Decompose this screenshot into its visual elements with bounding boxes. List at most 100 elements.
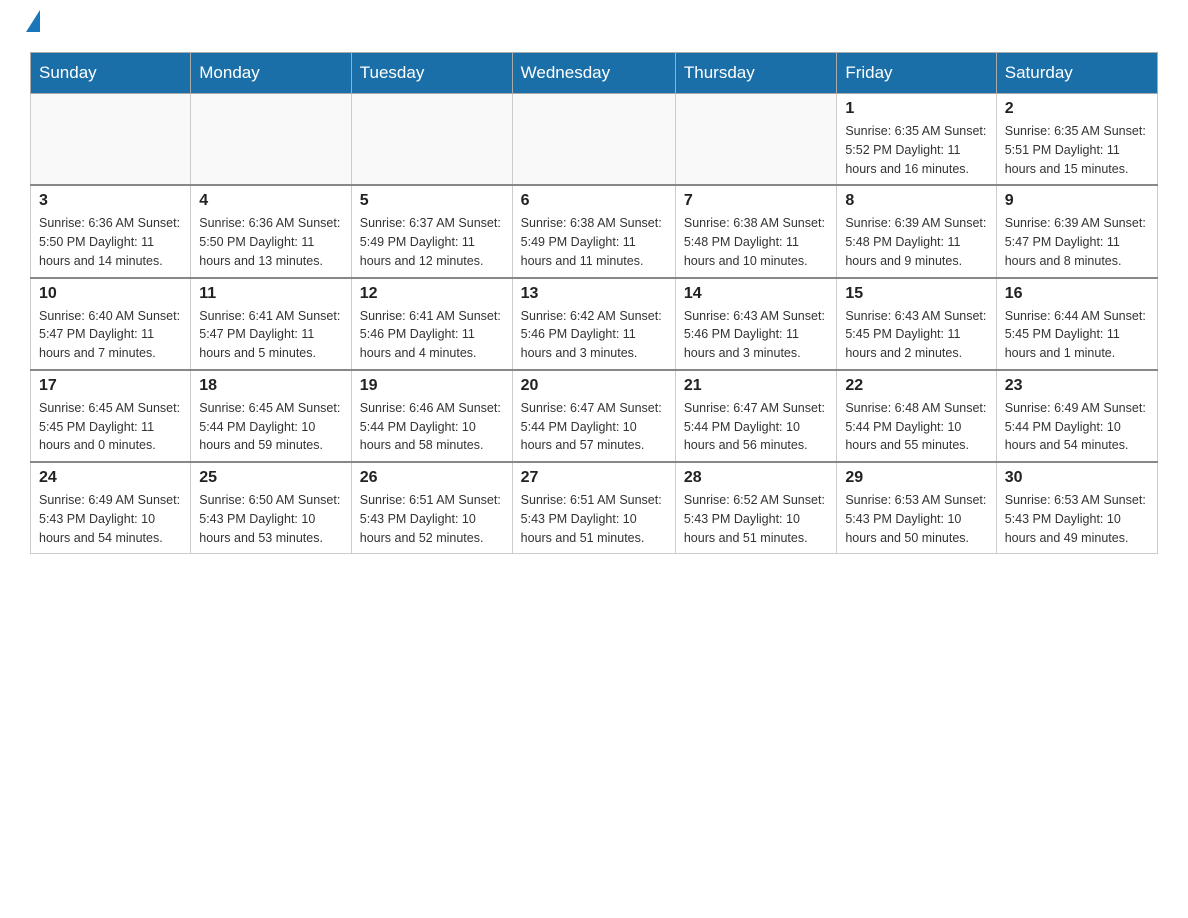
calendar-cell: 26Sunrise: 6:51 AM Sunset: 5:43 PM Dayli… — [351, 462, 512, 554]
calendar-cell: 15 Sunrise: 6:43 AM Sunset: 5:45 PM Dayli… — [837, 278, 996, 370]
weekday-header-thursday: Thursday — [675, 53, 836, 94]
calendar-cell: 23Sunrise: 6:49 AM Sunset: 5:44 PM Dayli… — [996, 370, 1157, 462]
day-info: Sunrise: 6:37 AM Sunset: 5:49 PM Dayligh… — [360, 214, 504, 270]
day-number: 29 — [845, 469, 987, 487]
calendar-cell — [31, 94, 191, 186]
calendar-cell: 12 Sunrise: 6:41 AM Sunset: 5:46 PM Dayli… — [351, 278, 512, 370]
day-info: Sunrise: 6:43 AM Sunset: 5:45 PM Dayligh… — [845, 307, 987, 363]
calendar-week-row: 17 Sunrise: 6:45 AM Sunset: 5:45 PM Dayli… — [31, 370, 1158, 462]
day-info: Sunrise: 6:53 AM Sunset: 5:43 PM Dayligh… — [1005, 491, 1149, 547]
weekday-header-monday: Monday — [191, 53, 352, 94]
calendar-cell: 8 Sunrise: 6:39 AM Sunset: 5:48 PM Daylig… — [837, 185, 996, 277]
day-number: 12 — [360, 285, 504, 303]
calendar-cell — [675, 94, 836, 186]
calendar-cell: 18 Sunrise: 6:45 AM Sunset: 5:44 PM Dayli… — [191, 370, 352, 462]
calendar-cell: 11 Sunrise: 6:41 AM Sunset: 5:47 PM Dayli… — [191, 278, 352, 370]
calendar-cell: 27 Sunrise: 6:51 AM Sunset: 5:43 PM Dayli… — [512, 462, 675, 554]
day-info: Sunrise: 6:45 AM Sunset: 5:44 PM Dayligh… — [199, 399, 343, 455]
page-header — [30, 20, 1158, 32]
calendar-cell: 28 Sunrise: 6:52 AM Sunset: 5:43 PM Dayli… — [675, 462, 836, 554]
calendar-cell: 19 Sunrise: 6:46 AM Sunset: 5:44 PM Dayli… — [351, 370, 512, 462]
day-number: 20 — [521, 377, 667, 395]
day-info: Sunrise: 6:38 AM Sunset: 5:49 PM Dayligh… — [521, 214, 667, 270]
calendar-cell — [512, 94, 675, 186]
day-info: Sunrise: 6:52 AM Sunset: 5:43 PM Dayligh… — [684, 491, 828, 547]
calendar-week-row: 10Sunrise: 6:40 AM Sunset: 5:47 PM Dayli… — [31, 278, 1158, 370]
day-number: 17 — [39, 377, 182, 395]
day-info: Sunrise: 6:51 AM Sunset: 5:43 PM Dayligh… — [521, 491, 667, 547]
day-info: Sunrise: 6:43 AM Sunset: 5:46 PM Dayligh… — [684, 307, 828, 363]
calendar-body: 1Sunrise: 6:35 AM Sunset: 5:52 PM Daylig… — [31, 94, 1158, 554]
weekday-header-row: SundayMondayTuesdayWednesdayThursdayFrid… — [31, 53, 1158, 94]
day-number: 28 — [684, 469, 828, 487]
calendar-cell: 16 Sunrise: 6:44 AM Sunset: 5:45 PM Dayli… — [996, 278, 1157, 370]
calendar-cell: 25Sunrise: 6:50 AM Sunset: 5:43 PM Dayli… — [191, 462, 352, 554]
day-number: 3 — [39, 192, 182, 210]
calendar-cell — [351, 94, 512, 186]
calendar-cell: 6Sunrise: 6:38 AM Sunset: 5:49 PM Daylig… — [512, 185, 675, 277]
day-info: Sunrise: 6:35 AM Sunset: 5:51 PM Dayligh… — [1005, 122, 1149, 178]
calendar-week-row: 24 Sunrise: 6:49 AM Sunset: 5:43 PM Dayli… — [31, 462, 1158, 554]
day-number: 13 — [521, 285, 667, 303]
calendar-cell: 21Sunrise: 6:47 AM Sunset: 5:44 PM Dayli… — [675, 370, 836, 462]
calendar-cell: 7 Sunrise: 6:38 AM Sunset: 5:48 PM Daylig… — [675, 185, 836, 277]
day-info: Sunrise: 6:40 AM Sunset: 5:47 PM Dayligh… — [39, 307, 182, 363]
calendar-cell: 9 Sunrise: 6:39 AM Sunset: 5:47 PM Daylig… — [996, 185, 1157, 277]
day-number: 2 — [1005, 100, 1149, 118]
day-info: Sunrise: 6:49 AM Sunset: 5:43 PM Dayligh… — [39, 491, 182, 547]
day-info: Sunrise: 6:36 AM Sunset: 5:50 PM Dayligh… — [199, 214, 343, 270]
calendar-cell: 10Sunrise: 6:40 AM Sunset: 5:47 PM Dayli… — [31, 278, 191, 370]
weekday-header-tuesday: Tuesday — [351, 53, 512, 94]
day-number: 4 — [199, 192, 343, 210]
day-number: 24 — [39, 469, 182, 487]
day-info: Sunrise: 6:38 AM Sunset: 5:48 PM Dayligh… — [684, 214, 828, 270]
day-number: 22 — [845, 377, 987, 395]
day-info: Sunrise: 6:45 AM Sunset: 5:45 PM Dayligh… — [39, 399, 182, 455]
calendar-cell: 14 Sunrise: 6:43 AM Sunset: 5:46 PM Dayli… — [675, 278, 836, 370]
calendar-cell: 30 Sunrise: 6:53 AM Sunset: 5:43 PM Dayli… — [996, 462, 1157, 554]
calendar-header: SundayMondayTuesdayWednesdayThursdayFrid… — [31, 53, 1158, 94]
day-number: 9 — [1005, 192, 1149, 210]
day-info: Sunrise: 6:51 AM Sunset: 5:43 PM Dayligh… — [360, 491, 504, 547]
day-number: 5 — [360, 192, 504, 210]
day-info: Sunrise: 6:46 AM Sunset: 5:44 PM Dayligh… — [360, 399, 504, 455]
day-info: Sunrise: 6:44 AM Sunset: 5:45 PM Dayligh… — [1005, 307, 1149, 363]
day-info: Sunrise: 6:49 AM Sunset: 5:44 PM Dayligh… — [1005, 399, 1149, 455]
logo-triangle-icon — [26, 10, 40, 32]
calendar-cell: 29Sunrise: 6:53 AM Sunset: 5:43 PM Dayli… — [837, 462, 996, 554]
day-number: 19 — [360, 377, 504, 395]
calendar-cell: 3 Sunrise: 6:36 AM Sunset: 5:50 PM Daylig… — [31, 185, 191, 277]
day-number: 25 — [199, 469, 343, 487]
day-number: 16 — [1005, 285, 1149, 303]
day-info: Sunrise: 6:48 AM Sunset: 5:44 PM Dayligh… — [845, 399, 987, 455]
day-info: Sunrise: 6:47 AM Sunset: 5:44 PM Dayligh… — [684, 399, 828, 455]
day-info: Sunrise: 6:39 AM Sunset: 5:47 PM Dayligh… — [1005, 214, 1149, 270]
calendar-cell: 4 Sunrise: 6:36 AM Sunset: 5:50 PM Daylig… — [191, 185, 352, 277]
day-info: Sunrise: 6:39 AM Sunset: 5:48 PM Dayligh… — [845, 214, 987, 270]
calendar-table: SundayMondayTuesdayWednesdayThursdayFrid… — [30, 52, 1158, 554]
calendar-cell: 2 Sunrise: 6:35 AM Sunset: 5:51 PM Daylig… — [996, 94, 1157, 186]
calendar-cell — [191, 94, 352, 186]
calendar-cell: 20Sunrise: 6:47 AM Sunset: 5:44 PM Dayli… — [512, 370, 675, 462]
day-info: Sunrise: 6:36 AM Sunset: 5:50 PM Dayligh… — [39, 214, 182, 270]
calendar-cell: 22 Sunrise: 6:48 AM Sunset: 5:44 PM Dayli… — [837, 370, 996, 462]
calendar-cell: 1Sunrise: 6:35 AM Sunset: 5:52 PM Daylig… — [837, 94, 996, 186]
day-number: 1 — [845, 100, 987, 118]
calendar-week-row: 1Sunrise: 6:35 AM Sunset: 5:52 PM Daylig… — [31, 94, 1158, 186]
day-number: 14 — [684, 285, 828, 303]
day-number: 8 — [845, 192, 987, 210]
calendar-cell: 5 Sunrise: 6:37 AM Sunset: 5:49 PM Daylig… — [351, 185, 512, 277]
day-number: 27 — [521, 469, 667, 487]
calendar-cell: 13Sunrise: 6:42 AM Sunset: 5:46 PM Dayli… — [512, 278, 675, 370]
day-info: Sunrise: 6:41 AM Sunset: 5:46 PM Dayligh… — [360, 307, 504, 363]
calendar-cell: 24 Sunrise: 6:49 AM Sunset: 5:43 PM Dayli… — [31, 462, 191, 554]
day-info: Sunrise: 6:41 AM Sunset: 5:47 PM Dayligh… — [199, 307, 343, 363]
day-number: 7 — [684, 192, 828, 210]
day-number: 15 — [845, 285, 987, 303]
calendar-week-row: 3 Sunrise: 6:36 AM Sunset: 5:50 PM Daylig… — [31, 185, 1158, 277]
weekday-header-sunday: Sunday — [31, 53, 191, 94]
day-number: 11 — [199, 285, 343, 303]
calendar-cell: 17 Sunrise: 6:45 AM Sunset: 5:45 PM Dayli… — [31, 370, 191, 462]
day-number: 30 — [1005, 469, 1149, 487]
day-number: 18 — [199, 377, 343, 395]
